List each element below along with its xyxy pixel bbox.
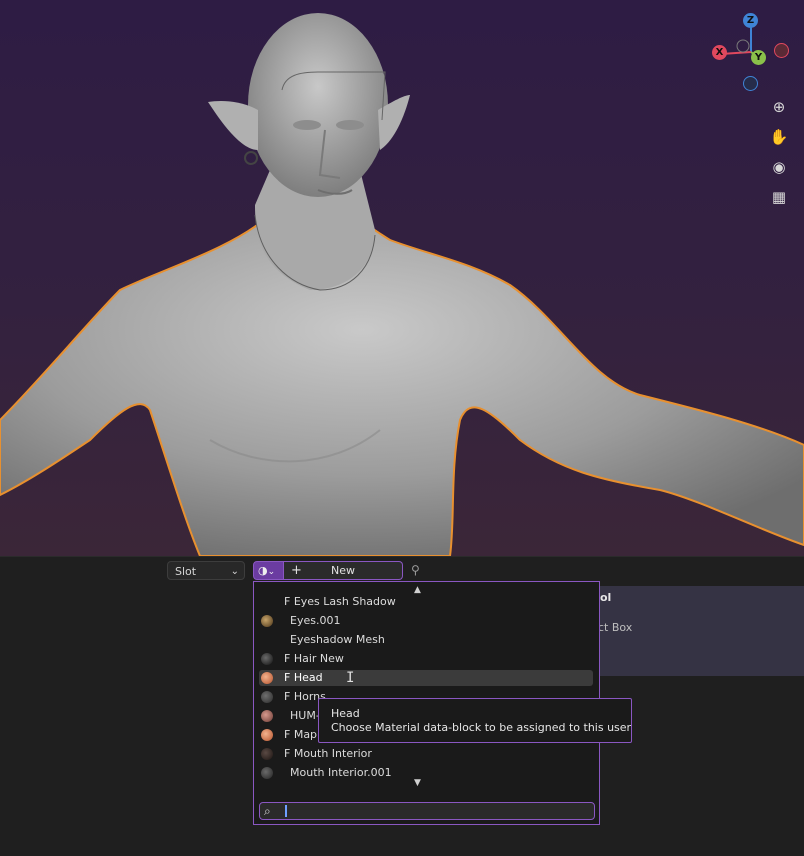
new-material-button[interactable]: + New [284,561,403,580]
chevron-down-icon: ⌄ [267,567,276,577]
chevron-down-icon: ⌄ [230,566,239,577]
list-item[interactable]: Eyes.001 [259,613,593,629]
list-item[interactable]: F Mouth Interior [259,746,593,762]
3d-viewport[interactable]: Z X Y ⊕ ✋ ◉ ▦ [0,0,804,556]
zoom-icon[interactable]: ⊕ [766,94,792,120]
pin-icon[interactable]: ⚲ [411,563,420,577]
text-cursor-icon: I [346,670,355,686]
skin-material-icon [261,729,273,741]
panel-label-2: ct Box [598,621,633,634]
browse-material-button[interactable]: ◑⌄ [253,561,284,580]
pan-hand-icon[interactable]: ✋ [766,124,792,150]
slot-label: Slot [175,565,197,578]
list-item-active[interactable]: F Head [259,670,593,686]
search-icon: ⌕ [264,804,271,818]
text-caret [285,805,287,817]
dark-material-icon [261,748,273,760]
neg-x-axis-icon[interactable] [774,43,789,58]
background-panel: ol ct Box [598,586,804,676]
list-item[interactable]: F Eyes Lash Shadow [259,594,593,610]
slot-dropdown[interactable]: Slot ⌄ [167,561,245,580]
list-item[interactable]: Eyeshadow Mesh [259,632,593,648]
list-item[interactable]: F Hair New [259,651,593,667]
y-axis-icon[interactable]: Y [751,50,766,65]
eye-material-icon [261,615,273,627]
z-axis-icon[interactable]: Z [743,13,758,28]
list-item[interactable]: Mouth Interior.001 [259,765,593,781]
material-sphere-icon: ◑ [258,564,268,577]
search-input[interactable]: ⌕ [259,802,595,820]
panel-label-1: ol [600,591,612,604]
dark-material-icon [261,691,273,703]
tooltip-title: Head [331,707,360,720]
tooltip-description: Choose Material data-block to be assigne… [331,721,632,734]
hair-material-icon [261,653,273,665]
skin-material-icon [261,710,273,722]
scroll-down-icon[interactable]: ▼ [414,778,421,788]
dark-material-icon [261,767,273,779]
character-model[interactable] [0,0,804,556]
camera-icon[interactable]: ◉ [766,154,792,180]
skin-material-icon [261,672,273,684]
tooltip: Head Choose Material data-block to be as… [318,698,632,743]
neg-z-axis-icon[interactable] [743,76,758,91]
new-label: New [331,564,355,577]
x-axis-icon[interactable]: X [712,45,727,60]
perspective-grid-icon[interactable]: ▦ [766,184,792,210]
